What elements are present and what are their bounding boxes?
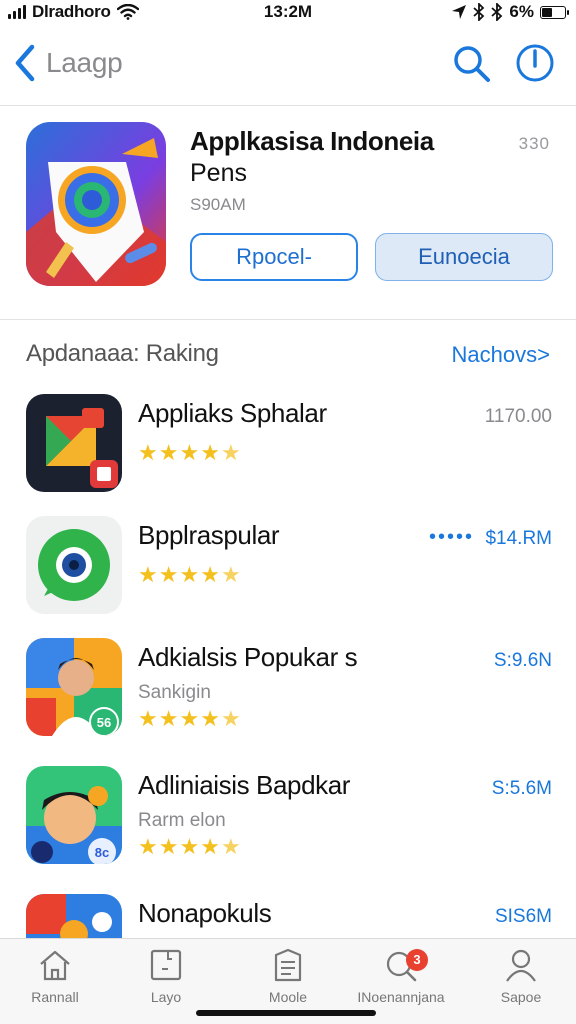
star-icon: ★ bbox=[138, 562, 158, 587]
featured-app: Applkasisa Indoneia Pens S90AM 330 Rpoce… bbox=[0, 106, 576, 320]
tab-mode[interactable]: Moole bbox=[233, 947, 343, 1005]
person-icon bbox=[506, 949, 536, 982]
star-icon: ★ bbox=[200, 440, 220, 465]
star-icon: ★ bbox=[158, 834, 179, 859]
star-icon: ★ bbox=[200, 834, 220, 859]
app-icon bbox=[26, 516, 122, 614]
chevron-left-icon bbox=[15, 44, 35, 82]
featured-app-icon[interactable] bbox=[26, 122, 166, 286]
star-icon: ★ bbox=[179, 562, 200, 587]
rating-stars: ★ ★ ★ ★ ★ bbox=[138, 442, 241, 464]
tab-notifications[interactable]: 3 INoenannjana bbox=[346, 947, 456, 1005]
star-icon: ★ bbox=[179, 440, 200, 465]
info-button[interactable] bbox=[514, 42, 556, 89]
search-button[interactable] bbox=[452, 44, 492, 89]
tab-label: Rannall bbox=[31, 989, 79, 1005]
search-icon bbox=[454, 46, 490, 82]
tab-profile[interactable]: Sapoe bbox=[466, 947, 576, 1005]
tab-label: Sapoe bbox=[500, 989, 542, 1005]
app-name: Nonapokuls bbox=[138, 898, 272, 928]
star-icon: ★ bbox=[158, 562, 179, 587]
featured-app-subtitle: Pens bbox=[190, 159, 247, 187]
app-subtitle: Rarm elon bbox=[138, 810, 226, 831]
star-half-icon: ★ bbox=[220, 706, 241, 731]
back-title: Laagp bbox=[46, 47, 123, 78]
location-icon bbox=[452, 5, 467, 19]
bluetooth-icon bbox=[491, 3, 503, 21]
star-icon: ★ bbox=[138, 706, 158, 731]
featured-app-count: 330 bbox=[518, 134, 550, 153]
star-half-icon: ★ bbox=[220, 834, 241, 859]
app-price: SIS6M bbox=[494, 906, 552, 927]
primary-action-button[interactable]: Rpocel- bbox=[190, 233, 358, 281]
svg-text:56: 56 bbox=[97, 715, 111, 730]
app-name: Adkialsis Popukar s bbox=[138, 642, 358, 672]
tab-home[interactable]: Rannall bbox=[0, 947, 110, 1005]
rating-stars: ★ ★ ★ ★ ★ bbox=[138, 836, 241, 858]
app-icon bbox=[26, 394, 122, 492]
featured-app-meta: S90AM bbox=[190, 195, 246, 214]
tab-label: INoenannjana bbox=[357, 989, 445, 1005]
app-price: S:9.6N bbox=[493, 650, 552, 671]
battery-percent: 6% bbox=[509, 2, 534, 21]
status-bar: Dlradhoro 13:2M 6% bbox=[0, 0, 576, 26]
bluetooth-icon bbox=[473, 3, 485, 21]
star-icon: ★ bbox=[158, 706, 179, 731]
star-icon: ★ bbox=[200, 562, 220, 587]
app-price: $14.RM bbox=[485, 528, 552, 549]
star-icon: ★ bbox=[138, 834, 158, 859]
svg-text:8c: 8c bbox=[95, 845, 109, 860]
featured-app-title: Applkasisa Indoneia bbox=[190, 126, 434, 156]
note-icon bbox=[274, 948, 302, 982]
see-all-link[interactable]: Nachovs> bbox=[452, 342, 550, 368]
list-item[interactable]: Appliaks Sphalar ★ ★ ★ ★ ★ 1170.00 bbox=[0, 388, 576, 498]
star-icon: ★ bbox=[138, 440, 158, 465]
app-subtitle: Sankigin bbox=[138, 682, 211, 703]
section-title: Apdanaaa: Raking bbox=[26, 340, 219, 367]
status-right: 6% bbox=[451, 2, 569, 22]
notification-badge: 3 bbox=[406, 949, 428, 971]
info-icon bbox=[516, 44, 554, 82]
star-half-icon: ★ bbox=[220, 562, 241, 587]
star-half-icon: ★ bbox=[220, 440, 241, 465]
star-icon: ★ bbox=[158, 440, 179, 465]
loading-dots: ••••• bbox=[428, 526, 474, 548]
home-icon bbox=[40, 950, 70, 981]
battery-icon bbox=[540, 5, 569, 19]
app-name: Appliaks Sphalar bbox=[138, 398, 327, 428]
list-item[interactable]: 56 Adkialsis Popukar s Sankigin ★ ★ ★ ★ ★ S:… bbox=[0, 632, 576, 742]
app-name: Adliniaisis Bapdkar bbox=[138, 770, 351, 800]
tab-label: Layo bbox=[150, 989, 182, 1005]
app-icon: 8c bbox=[26, 766, 122, 864]
secondary-action-button[interactable]: Eunoecia bbox=[375, 233, 553, 281]
star-icon: ★ bbox=[179, 706, 200, 731]
app-price: 1170.00 bbox=[484, 406, 552, 427]
navigation-bar: Laagp bbox=[0, 30, 576, 106]
list-item[interactable]: Bpplraspular ★ ★ ★ ★ ★ ••••• $14.RM bbox=[0, 510, 576, 620]
star-icon: ★ bbox=[179, 834, 200, 859]
list-item[interactable]: 8c Adliniaisis Bapdkar Rarm elon ★ ★ ★ ★ ★ S… bbox=[0, 760, 576, 870]
star-icon: ★ bbox=[200, 706, 220, 731]
rating-stars: ★ ★ ★ ★ ★ bbox=[138, 708, 241, 730]
document-icon bbox=[150, 949, 182, 981]
app-icon: 56 bbox=[26, 638, 122, 736]
app-name: Bpplraspular bbox=[138, 520, 280, 550]
tab-layout[interactable]: Layo bbox=[111, 947, 221, 1005]
home-indicator[interactable] bbox=[196, 1010, 376, 1016]
tab-label: Moole bbox=[268, 989, 308, 1005]
rating-stars: ★ ★ ★ ★ ★ bbox=[138, 564, 241, 586]
app-price: S:5.6M bbox=[491, 778, 552, 799]
back-button[interactable]: Laagp bbox=[14, 44, 123, 82]
